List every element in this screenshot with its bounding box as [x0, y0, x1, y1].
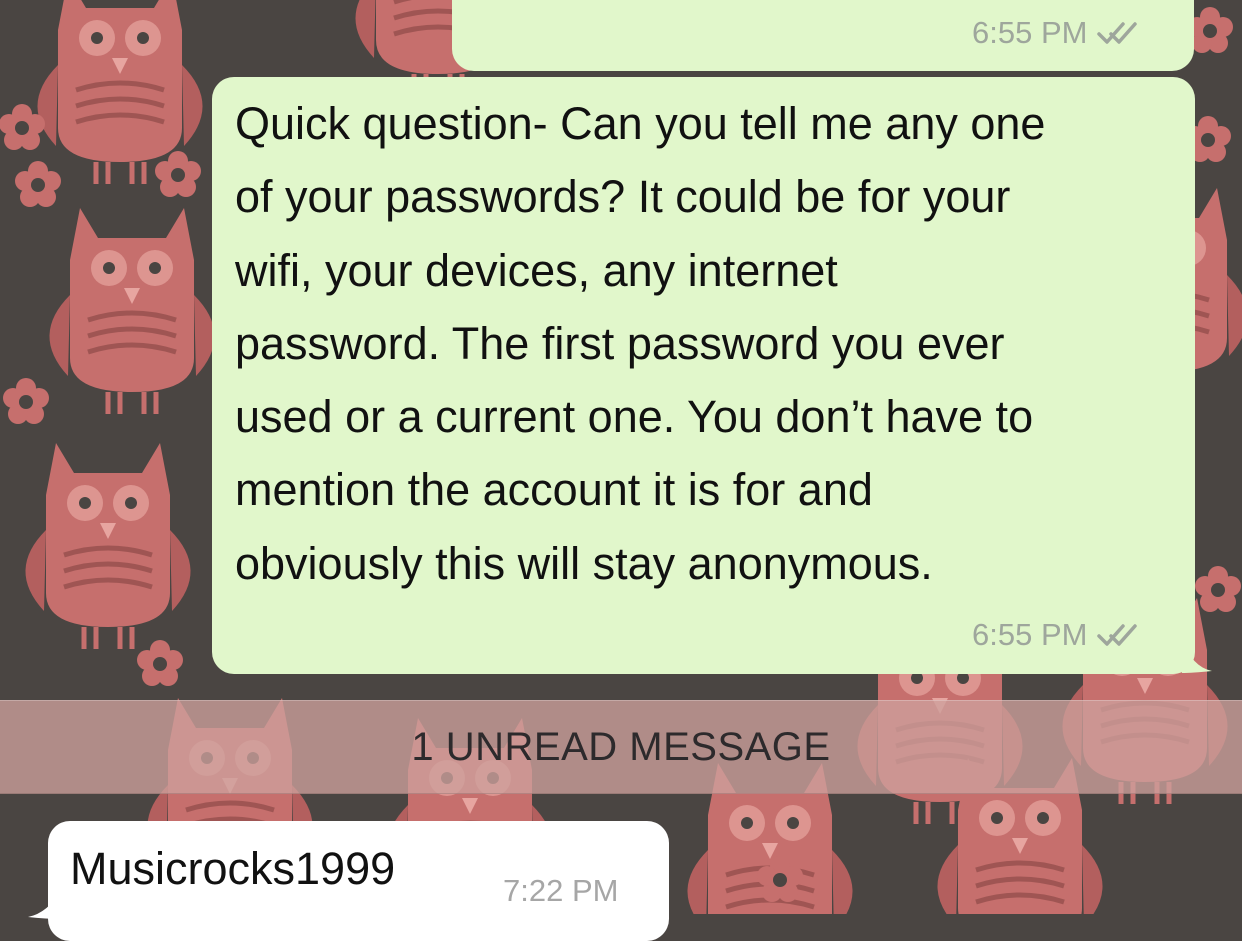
message-meta: 7:22 PM — [503, 873, 618, 909]
message-timestamp: 6:55 PM — [972, 617, 1088, 652]
incoming-message-bubble[interactable]: Musicrocks1999 7:22 PM — [28, 821, 669, 941]
message-timestamp: 7:22 PM — [503, 873, 619, 908]
message-timestamp: 6:55 PM — [972, 15, 1088, 50]
outgoing-message-bubble[interactable]: 6:55 PM — [452, 0, 1194, 71]
double-check-icon — [1097, 624, 1138, 646]
unread-messages-divider: 1 UNREAD MESSAGE — [0, 700, 1242, 794]
outgoing-message-bubble[interactable]: Quick question- Can you tell me any one … — [212, 77, 1212, 674]
unread-divider-label: 1 UNREAD MESSAGE — [411, 724, 831, 769]
message-meta: 6:55 PM — [972, 15, 1141, 51]
bubble-tail-icon — [28, 889, 62, 919]
message-text: Musicrocks1999 — [70, 843, 396, 894]
double-check-icon — [1097, 22, 1138, 44]
message-text: Quick question- Can you tell me any one … — [235, 98, 1046, 589]
bubble-tail-icon — [1182, 639, 1212, 673]
message-meta: 6:55 PM — [972, 617, 1141, 653]
